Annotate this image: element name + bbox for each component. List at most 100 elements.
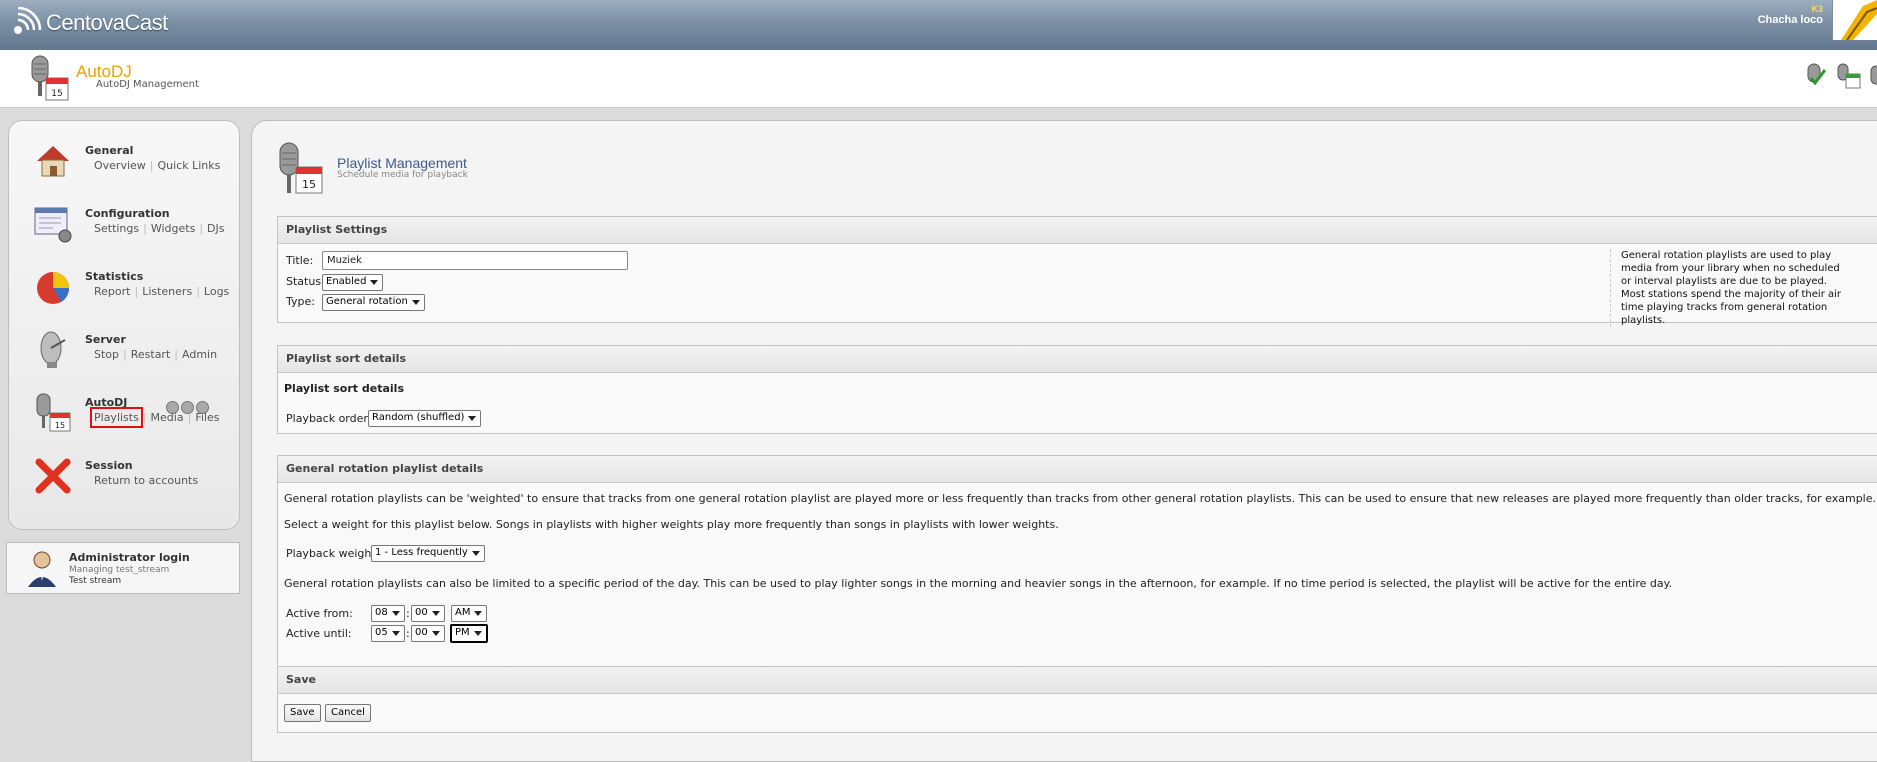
link-overview[interactable]: Overview [94,159,146,172]
playback-order-select[interactable]: Random (shuffled) [368,410,482,427]
house-icon [37,146,69,177]
microphone-calendar-icon: 15 [31,55,69,101]
star-logo-icon [1841,0,1877,40]
panel-heading: Save [278,667,1877,694]
admin-login-box: Administrator login Managing test_stream… [6,542,240,594]
active-until-ampm-select[interactable]: PM [450,624,488,643]
nav-links-configuration: Settings | Widgets | DJs [94,222,225,235]
nav-links-autodj: Playlists | Media | Files [90,407,220,428]
nav-label-server: Server [85,333,126,346]
link-widgets[interactable]: Widgets [151,222,195,235]
admin-managing: Managing test_stream [69,565,170,575]
link-admin[interactable]: Admin [182,348,217,361]
active-until-hour-select[interactable]: 05 [371,625,405,642]
nav-label-session: Session [85,459,133,472]
sidebar-item-autodj[interactable]: 15 AutoDJ Playlists | Media | Files [25,393,235,449]
module-header: 15 AutoDJ AutoDJ Management [0,50,1877,108]
link-files[interactable]: Files [195,411,219,424]
link-playlists[interactable]: Playlists [90,407,143,428]
link-djs[interactable]: DJs [207,222,224,235]
admin-title: Administrator login [69,551,190,564]
mic-partial-icon[interactable] [1867,62,1877,90]
panel-heading: General rotation playlist details [278,456,1877,483]
save-button[interactable]: Save [284,704,321,722]
nav-links-session: Return to accounts [94,474,198,487]
active-until-label: Active until: [286,627,352,640]
page-microphone-calendar-icon: 15 [279,142,323,194]
sidebar-item-server[interactable]: Server Stop | Restart | Admin [25,330,235,386]
sidebar-item-session[interactable]: Session Return to accounts [25,456,235,512]
title-input[interactable]: Muziek [322,251,628,270]
nav-links-general: Overview | Quick Links [94,159,221,172]
nav-label-autodj: AutoDJ [85,396,128,409]
user-tag: K3 [1811,4,1823,14]
microphone-calendar-icon: 15 [36,393,71,432]
nav-label-configuration: Configuration [85,207,170,220]
type-info-text: General rotation playlists are used to p… [1610,249,1853,327]
sort-subheading: Playlist sort details [284,382,404,395]
svg-text:15: 15 [51,89,62,99]
type-label: Type: [286,295,315,308]
nav-links-server: Stop | Restart | Admin [94,348,218,361]
rotation-weight-description: General rotation playlists can be 'weigh… [284,492,1877,505]
red-x-icon [35,458,71,494]
user-name: Chacha loco [1757,14,1823,26]
link-logs[interactable]: Logs [204,285,229,298]
admin-stream: Test stream [69,576,122,586]
rotation-weight-instructions: Select a weight for this playlist below.… [284,518,1059,531]
pie-chart-icon [37,272,70,304]
svg-text:15: 15 [55,421,65,430]
link-report[interactable]: Report [94,285,130,298]
broadcast-waves-icon [14,6,42,34]
save-panel: Save Save Cancel [277,666,1877,733]
centova-logo[interactable]: CentovaCast [8,6,168,40]
active-from-ampm-select[interactable]: AM [451,605,488,622]
title-label: Title: [286,254,314,267]
sidebar-item-configuration[interactable]: Configuration Settings | Widgets | DJs [25,204,235,260]
main-content: 15 Playlist Management Schedule media fo… [251,120,1877,762]
module-subtitle: AutoDJ Management [96,79,199,90]
sidebar-item-general[interactable]: General Overview | Quick Links [25,141,235,197]
link-listeners[interactable]: Listeners [142,285,192,298]
nav-label-general: General [85,144,134,157]
link-restart[interactable]: Restart [131,348,171,361]
svg-text:15: 15 [302,178,316,191]
active-from-label: Active from: [286,607,353,620]
logo-text: CentovaCast [46,10,168,35]
rotation-details-panel: General rotation playlist details Genera… [277,455,1877,672]
link-settings[interactable]: Settings [94,222,139,235]
status-select[interactable]: Enabled [322,274,384,291]
link-media[interactable]: Media [151,411,184,424]
playback-order-label: Playback order: [286,412,372,425]
satellite-dish-icon [40,331,66,368]
playback-weight-select[interactable]: 1 - Less frequently [371,545,485,562]
playback-weight-label: Playback weight: [286,547,380,560]
user-box: K3 Chacha loco [1758,4,1823,26]
nav-label-statistics: Statistics [85,270,144,283]
panel-heading: Playlist sort details [278,346,1877,373]
link-quick-links[interactable]: Quick Links [158,159,221,172]
mic-calendar-icon[interactable] [1835,62,1861,90]
link-stop[interactable]: Stop [94,348,119,361]
link-return-to-accounts[interactable]: Return to accounts [94,474,198,487]
cancel-button[interactable]: Cancel [325,704,371,722]
sidebar: General Overview | Quick Links Configurati… [8,120,240,530]
page-subtitle: Schedule media for playback [337,170,468,180]
active-from-minute-select[interactable]: 00 [411,605,445,622]
rotation-time-description: General rotation playlists can also be l… [284,577,1673,590]
admin-avatar-icon [28,551,56,587]
playlist-settings-panel: Playlist Settings Title: Muziek Status: … [277,216,1877,327]
type-select[interactable]: General rotation [322,294,425,311]
mic-check-icon[interactable] [1803,62,1829,90]
page-title: Playlist Management [337,155,467,171]
status-label: Status: [286,275,325,288]
time-colon: : [406,627,410,640]
nav-links-statistics: Report | Listeners | Logs [94,285,230,298]
time-colon: : [406,607,410,620]
top-bar: CentovaCast K3 Chacha loco [0,0,1877,51]
panel-heading: Playlist Settings [278,217,1877,244]
sort-details-panel: Playlist sort details Playlist sort deta… [277,345,1877,434]
active-from-hour-select[interactable]: 08 [371,605,405,622]
sidebar-item-statistics[interactable]: Statistics Report | Listeners | Logs [25,267,235,323]
active-until-minute-select[interactable]: 00 [411,625,445,642]
